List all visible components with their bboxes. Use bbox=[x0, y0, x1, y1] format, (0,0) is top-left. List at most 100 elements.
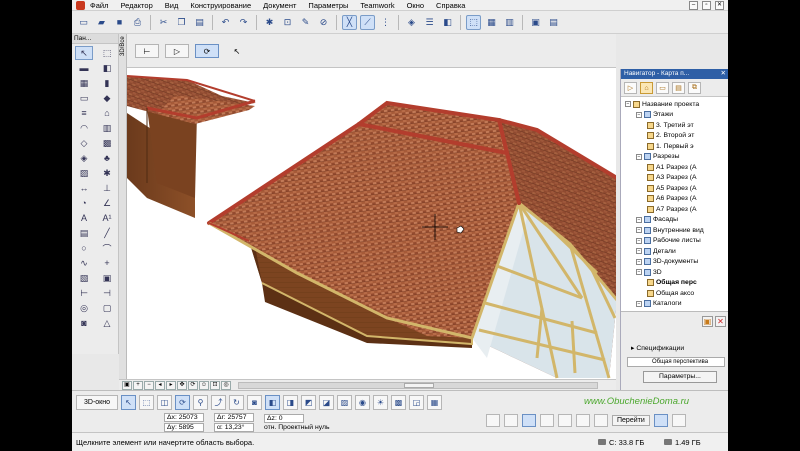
save-icon[interactable]: ■ bbox=[112, 15, 127, 30]
snap-guides-icon[interactable]: ⟋ bbox=[360, 14, 375, 30]
hotspot-icon[interactable]: + bbox=[98, 256, 116, 270]
axon-icon[interactable]: ◨ bbox=[283, 395, 298, 410]
close-icon[interactable]: ✕ bbox=[721, 69, 726, 79]
navigator-mode-icon[interactable]: ▷ bbox=[624, 82, 637, 94]
arrow-icon[interactable]: ↖ bbox=[75, 46, 93, 60]
tree-item[interactable]: 2. Второй эт bbox=[647, 131, 694, 142]
fly-icon[interactable]: ⤴ bbox=[211, 395, 226, 410]
stair-icon[interactable]: ≡ bbox=[75, 106, 93, 120]
tree-item[interactable]: 3. Третий эт bbox=[647, 120, 694, 131]
expand-toggle-icon[interactable]: − bbox=[636, 300, 642, 307]
drawing-icon[interactable]: ▣ bbox=[98, 271, 116, 285]
explore-icon[interactable]: ☺ bbox=[199, 380, 209, 390]
camera-icon[interactable]: ◙ bbox=[75, 316, 93, 330]
tree-item[interactable]: − 3D-документы bbox=[636, 257, 698, 268]
expand-toggle-icon[interactable]: − bbox=[636, 248, 642, 255]
camera-icon[interactable]: ◙ bbox=[247, 395, 262, 410]
paste-icon[interactable]: ▤ bbox=[192, 15, 207, 30]
tree-item[interactable]: 1. Первый э bbox=[647, 141, 694, 152]
project-map-icon[interactable]: ⌂ bbox=[640, 82, 653, 94]
vector-3d-icon[interactable] bbox=[576, 414, 590, 427]
object-icon[interactable]: ♣ bbox=[98, 151, 116, 165]
orbit-goto-icon[interactable] bbox=[653, 414, 668, 427]
text-icon[interactable]: A bbox=[75, 211, 93, 225]
dimension-icon[interactable]: ↔ bbox=[75, 181, 93, 195]
window-icon[interactable]: ▦ bbox=[75, 76, 93, 90]
menu-view[interactable]: Вид bbox=[165, 1, 179, 10]
3d-window-button[interactable]: 3D-окно bbox=[76, 395, 118, 410]
pick-up-icon[interactable]: ✎ bbox=[298, 15, 313, 30]
angle-dim-icon[interactable]: ∠ bbox=[98, 196, 116, 210]
cut-icon[interactable]: ✂ bbox=[156, 15, 171, 30]
tree-item[interactable]: − 3D bbox=[636, 267, 662, 278]
polyline-icon[interactable]: ⌒ bbox=[98, 241, 116, 255]
marquee-tool-icon[interactable]: ⬚ bbox=[466, 14, 481, 30]
curtain-wall-icon[interactable]: ▥ bbox=[98, 121, 116, 135]
fill-icon[interactable]: ▤ bbox=[75, 226, 93, 240]
partial-structure-icon[interactable]: ▥ bbox=[502, 15, 517, 30]
detail-icon[interactable]: ◎ bbox=[75, 301, 93, 315]
roof-icon[interactable]: ⌂ bbox=[98, 106, 116, 120]
publisher-icon[interactable]: ▤ bbox=[546, 15, 561, 30]
zoom-next-icon[interactable]: ▸ bbox=[166, 380, 176, 390]
structure-icon[interactable]: ▦ bbox=[484, 15, 499, 30]
slab-icon[interactable]: ◆ bbox=[98, 91, 116, 105]
publisher-sets-icon[interactable]: ⧉ bbox=[688, 82, 701, 94]
morph-icon[interactable]: ◈ bbox=[75, 151, 93, 165]
label-icon[interactable]: A¹ bbox=[98, 211, 116, 225]
tree-item[interactable]: A7 Разрез (А bbox=[647, 204, 697, 215]
photo-icon[interactable]: ◲ bbox=[409, 395, 424, 410]
view-map-icon[interactable]: ▭ bbox=[656, 82, 669, 94]
menu-file[interactable]: Файл bbox=[90, 1, 108, 10]
tree-item[interactable]: − Фасады bbox=[636, 215, 678, 226]
menu-edit[interactable]: Редактор bbox=[120, 1, 152, 10]
mesh-icon[interactable]: ▩ bbox=[98, 136, 116, 150]
level-dim-icon[interactable]: ⊥ bbox=[98, 181, 116, 195]
tree-item[interactable]: − Каталоги bbox=[636, 299, 682, 310]
actual-size-icon[interactable]: ◎ bbox=[221, 380, 231, 390]
inject-icon[interactable]: ⊘ bbox=[316, 15, 331, 30]
coord-reference[interactable]: отн. Проектный нуль bbox=[264, 424, 330, 431]
save-view-icon[interactable]: ▦ bbox=[427, 395, 442, 410]
change-icon[interactable]: △ bbox=[98, 316, 116, 330]
expand-toggle-icon[interactable]: − bbox=[636, 111, 642, 118]
goto-button[interactable]: Перейти bbox=[612, 415, 650, 426]
menu-window[interactable]: Окно bbox=[407, 1, 424, 10]
zoom-in-icon[interactable]: + bbox=[133, 380, 143, 390]
zone-icon[interactable]: ▨ bbox=[75, 166, 93, 180]
marquee-icon[interactable]: ⬚ bbox=[98, 46, 116, 60]
line-icon[interactable]: ╱ bbox=[98, 226, 116, 240]
tree-item[interactable]: − Разрезы bbox=[636, 152, 680, 163]
menu-document[interactable]: Документ bbox=[263, 1, 296, 10]
walk-goto-icon[interactable] bbox=[671, 414, 686, 427]
pointer-icon[interactable]: ↖ bbox=[225, 44, 249, 58]
figure-icon[interactable]: ▧ bbox=[75, 271, 93, 285]
section-icon[interactable]: ⊢ bbox=[75, 286, 93, 300]
camera-path-icon[interactable] bbox=[594, 414, 608, 427]
orbit-nav-icon[interactable]: ⟳ bbox=[188, 380, 198, 390]
tree-item[interactable]: − Рабочие листы bbox=[636, 236, 701, 247]
menu-design[interactable]: Конструирование bbox=[190, 1, 251, 10]
tree-item[interactable]: Общая аксо bbox=[647, 288, 694, 299]
gravity-off-icon[interactable] bbox=[486, 414, 500, 427]
orbit-icon[interactable]: ⟳ bbox=[195, 44, 219, 58]
menu-teamwork[interactable]: Teamwork bbox=[360, 1, 394, 10]
3d-viewport[interactable] bbox=[127, 68, 616, 379]
lamp-icon[interactable]: ✱ bbox=[98, 166, 116, 180]
folder-new-icon[interactable]: ▣ bbox=[702, 316, 713, 327]
restore-icon[interactable]: ▫ bbox=[702, 1, 711, 10]
spline-icon[interactable]: ∿ bbox=[75, 256, 93, 270]
grid-snap-icon[interactable]: ⋮ bbox=[378, 15, 393, 30]
undo-icon[interactable]: ↶ bbox=[218, 15, 233, 30]
expand-toggle-icon[interactable]: − bbox=[636, 227, 642, 234]
filter-icon[interactable]: ▨ bbox=[337, 395, 352, 410]
persp-icon[interactable]: ◧ bbox=[265, 395, 280, 410]
layout-icon[interactable]: ▣ bbox=[528, 15, 543, 30]
menu-options[interactable]: Параметры bbox=[308, 1, 348, 10]
tree-item[interactable]: A1 Разрез (А bbox=[647, 162, 697, 173]
close-icon[interactable]: ✕ bbox=[715, 1, 724, 10]
column-icon[interactable]: ▮ bbox=[98, 76, 116, 90]
gravity-zero-icon[interactable] bbox=[504, 414, 518, 427]
new-file-icon[interactable]: ▭ bbox=[76, 15, 91, 30]
layer-icon[interactable]: ☰ bbox=[422, 15, 437, 30]
